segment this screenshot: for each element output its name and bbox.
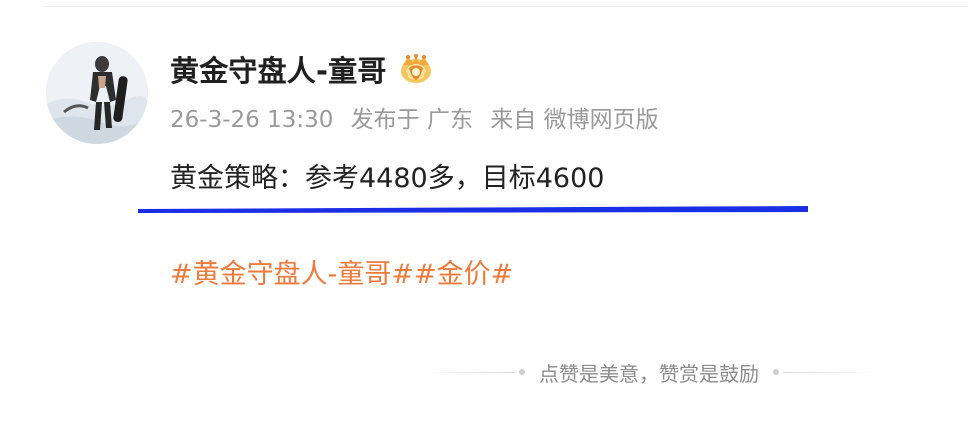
post-meta: 26-3-26 13:30 发布于 广东 来自 微博网页版	[170, 100, 659, 134]
underline-annotation	[138, 206, 808, 213]
reward-hint-text[interactable]: 点赞是美意，赞赏是鼓励	[529, 358, 769, 387]
post-location: 发布于 广东	[350, 107, 473, 133]
reward-hint: 点赞是美意，赞赏是鼓励	[424, 358, 874, 387]
author-row: 黄金守盘人-童哥	[170, 49, 435, 89]
post-time[interactable]: 26-3-26 13:30	[170, 107, 333, 133]
divider	[42, 6, 968, 7]
post-text: 黄金策略：参考4480多，目标4600	[170, 163, 605, 194]
avatar[interactable]	[46, 42, 148, 144]
divider	[783, 371, 874, 373]
weibo-post-card: 黄金守盘人-童哥 26-3-26 13:30 发布于 广东 来自 微博网页版 黄…	[0, 0, 968, 424]
crown-badge-icon[interactable]	[397, 53, 435, 85]
avatar-image	[46, 42, 148, 144]
divider	[424, 371, 515, 373]
dot-icon	[519, 369, 525, 375]
hashtag-link-author[interactable]: #黄金守盘人-童哥#	[170, 259, 414, 290]
author-name[interactable]: 黄金守盘人-童哥	[170, 48, 387, 90]
dot-icon	[773, 369, 779, 375]
post-source: 来自 微博网页版	[490, 107, 659, 133]
hashtag-link-gold-price[interactable]: #金价#	[414, 259, 513, 290]
hashtag-list: #黄金守盘人-童哥##金价#	[170, 252, 513, 291]
